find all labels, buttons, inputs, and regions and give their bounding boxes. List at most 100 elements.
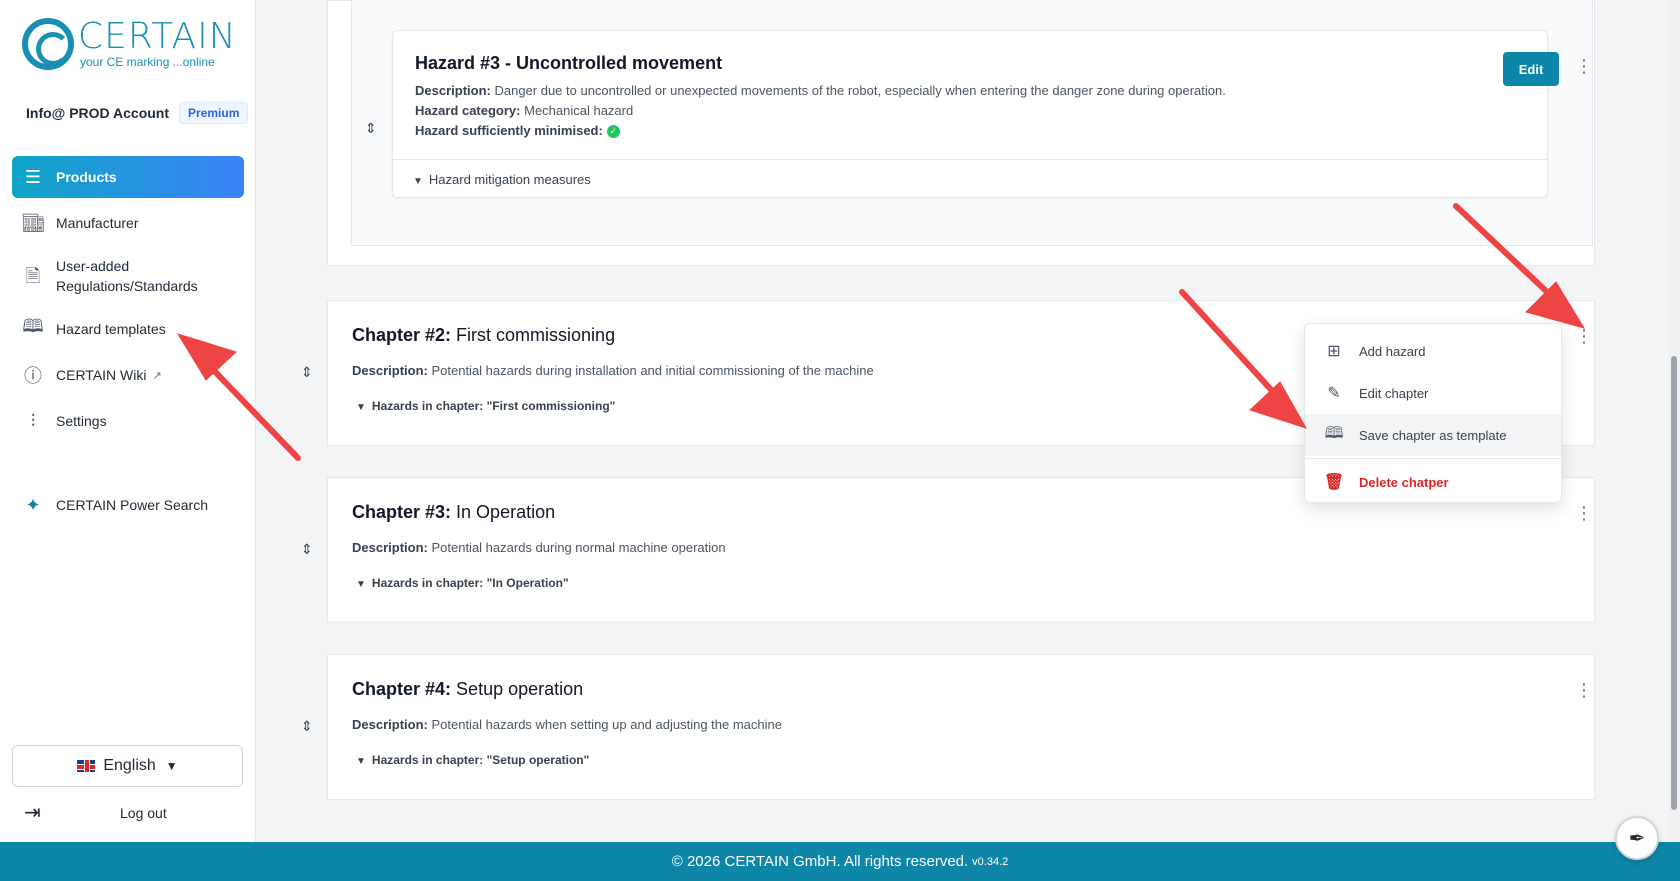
chapter-name: First commissioning xyxy=(456,325,616,345)
certain-logo-icon xyxy=(22,18,74,70)
chapter-name: In Operation xyxy=(456,502,556,522)
sidebar-item-power-search[interactable]: ✦ CERTAIN Power Search xyxy=(12,484,244,526)
pencil-icon: ✎ xyxy=(1327,385,1341,402)
reorder-icon[interactable]: ⇕ xyxy=(301,718,313,735)
folder-plus-icon: ⊞ xyxy=(1327,343,1341,360)
chapter-hazards-toggle[interactable]: ▼ Hazards in chapter: "In Operation" xyxy=(356,576,569,590)
chevron-down-icon: ▼ xyxy=(356,756,366,767)
chapter-number: Chapter #4: xyxy=(352,679,452,699)
certain-logo[interactable]: CERTAIN your CE marking ...online xyxy=(22,18,237,70)
logout-label: Log out xyxy=(120,804,167,821)
menu-divider xyxy=(1305,458,1561,459)
logout-button[interactable]: ⇥ Log out xyxy=(24,800,244,825)
sidebar-item-wiki[interactable]: ⓘ CERTAIN Wiki ↗ xyxy=(12,354,244,396)
menu-add-hazard-label: Add hazard xyxy=(1359,343,1426,359)
footer: © 2026 CERTAIN GmbH. All rights reserved… xyxy=(0,842,1680,881)
menu-save-template-label: Save chapter as template xyxy=(1359,427,1507,443)
sidebar-item-label: Products xyxy=(56,169,117,185)
chapter-description: Description: Potential hazards during no… xyxy=(352,540,726,555)
assistant-button[interactable]: ✒ xyxy=(1615,816,1659,860)
reorder-icon[interactable]: ⇕ xyxy=(301,364,313,381)
menu-add-hazard[interactable]: ⊞ Add hazard xyxy=(1305,330,1561,372)
hazard-category: Mechanical hazard xyxy=(524,103,634,118)
sidebar-item-regulations[interactable]: 🗎︎ User-added Regulations/Standards xyxy=(12,248,244,304)
chapter-description-label: Description: xyxy=(352,363,428,378)
list-icon: ☰ xyxy=(24,166,42,187)
store-icon: 🏬︎ xyxy=(22,212,45,233)
chevron-down-icon: ▼ xyxy=(165,759,178,773)
brand-tagline: your CE marking ...online xyxy=(80,55,215,69)
chapter-number: Chapter #2: xyxy=(352,325,452,345)
footer-version: v0.34.2 xyxy=(972,855,1009,868)
chevron-down-icon: ▼ xyxy=(356,402,366,413)
hazard-kebab-icon[interactable]: ⋮ xyxy=(1575,57,1593,75)
hazard-card: Hazard #3 - Uncontrolled movement Descri… xyxy=(392,30,1593,199)
chapter-description-text: Potential hazards during installation an… xyxy=(431,363,874,378)
language-select[interactable]: English ▼ xyxy=(12,745,243,787)
check-circle-icon: ✓ xyxy=(606,125,620,139)
menu-edit-chapter-label: Edit chapter xyxy=(1359,385,1429,401)
footer-copyright: © 2026 CERTAIN GmbH. All rights reserved… xyxy=(671,853,969,870)
hazard-mitigation-toggle[interactable]: ▼ Hazard mitigation measures xyxy=(393,159,1547,199)
info-icon: ⓘ xyxy=(24,366,42,386)
book-icon: 🕮︎ xyxy=(1324,424,1344,442)
menu-edit-chapter[interactable]: ✎ Edit chapter xyxy=(1305,372,1561,414)
chapter-hazards-toggle[interactable]: ▼ Hazards in chapter: "First commissionin… xyxy=(356,399,615,413)
chapter-card-4: Chapter #4: Setup operation Description:… xyxy=(327,654,1595,800)
menu-save-template[interactable]: 🕮︎ Save chapter as template xyxy=(1305,414,1561,456)
chapter-description: Description: Potential hazards during in… xyxy=(352,363,874,378)
chevron-down-icon: ▼ xyxy=(413,176,423,187)
brand-name: CERTAIN xyxy=(78,16,237,57)
trash-icon: 🗑︎ xyxy=(1323,474,1345,491)
sidebar-item-products[interactable]: ☰ Products xyxy=(12,156,244,198)
reorder-icon[interactable]: ⇕ xyxy=(365,120,377,137)
sidebar-nav: ☰ Products 🏬︎ Manufacturer 🗎︎ User-added… xyxy=(12,156,244,530)
sidebar-item-hazard-templates[interactable]: 🕮︎ Hazard templates xyxy=(12,308,244,350)
scrollbar-thumb[interactable] xyxy=(1671,356,1677,810)
plan-badge: Premium xyxy=(179,102,249,124)
sidebar-item-label: Settings xyxy=(56,413,107,429)
menu-delete-chapter[interactable]: 🗑︎ Delete chatper xyxy=(1305,461,1561,503)
external-link-icon: ↗ xyxy=(152,369,162,382)
chapter-name: Setup operation xyxy=(456,679,584,699)
edit-hazard-button[interactable]: Edit xyxy=(1503,52,1559,86)
chapter-hazards-toggle[interactable]: ▼ Hazards in chapter: "Setup operation" xyxy=(356,753,589,767)
scrollbar[interactable] xyxy=(1668,0,1680,842)
chapter-hazards-label: Hazards in chapter: "In Operation" xyxy=(371,576,569,590)
logout-icon: ⇥ xyxy=(24,802,41,824)
sidebar-item-settings[interactable]: ⫶ Settings xyxy=(12,400,244,442)
chapter-title: Chapter #3: In Operation xyxy=(352,502,555,523)
language-label: English xyxy=(103,757,156,774)
hazard-description: Danger due to uncontrolled or unexpected… xyxy=(494,83,1226,98)
chapter-kebab-icon[interactable]: ⋮ xyxy=(1575,504,1593,522)
chapter-kebab-icon[interactable]: ⋮ xyxy=(1575,327,1593,345)
sidebar: CERTAIN your CE marking ...online Info@ … xyxy=(0,0,256,842)
sidebar-item-label: CERTAIN Wiki xyxy=(56,367,147,383)
uk-flag-icon xyxy=(77,760,96,772)
chapter-hazards-label: Hazards in chapter: "First commissioning… xyxy=(371,399,616,413)
menu-delete-chapter-label: Delete chatper xyxy=(1359,474,1449,490)
chevron-down-icon: ▼ xyxy=(356,579,366,590)
chapter-kebab-icon[interactable]: ⋮ xyxy=(1575,681,1593,699)
book-icon: 🕮︎ xyxy=(22,316,44,336)
sparkles-icon: ✦ xyxy=(25,494,41,515)
account-name: Info@ PROD Account xyxy=(26,105,170,121)
hazard-title: Hazard #3 - Uncontrolled movement xyxy=(415,53,723,73)
hazard-mitigation-label: Hazard mitigation measures xyxy=(428,172,591,187)
chapter-description-text: Potential hazards during normal machine … xyxy=(431,540,726,555)
account-info: Info@ PROD Account Premium xyxy=(26,102,249,124)
chapter-hazards-label: Hazards in chapter: "Setup operation" xyxy=(371,753,590,767)
chapter-description-text: Potential hazards when setting up and ad… xyxy=(431,717,782,732)
chapter-title: Chapter #2: First commissioning xyxy=(352,325,615,346)
feather-icon: ✒ xyxy=(1628,827,1646,850)
document-chart-icon: 🗎︎ xyxy=(25,266,41,286)
chapter-title: Chapter #4: Setup operation xyxy=(352,679,583,700)
sidebar-item-manufacturer[interactable]: 🏬︎ Manufacturer xyxy=(12,202,244,244)
reorder-icon[interactable]: ⇕ xyxy=(301,541,313,558)
chapter-number: Chapter #3: xyxy=(352,502,452,522)
sliders-icon: ⫶ xyxy=(30,410,36,431)
sidebar-item-label: Hazard templates xyxy=(56,321,166,337)
chapter-description-label: Description: xyxy=(352,540,428,555)
chapter-context-menu: ⊞ Add hazard ✎ Edit chapter 🕮︎ Save chap… xyxy=(1304,323,1562,503)
hazard-description-label: Description: xyxy=(415,83,491,98)
